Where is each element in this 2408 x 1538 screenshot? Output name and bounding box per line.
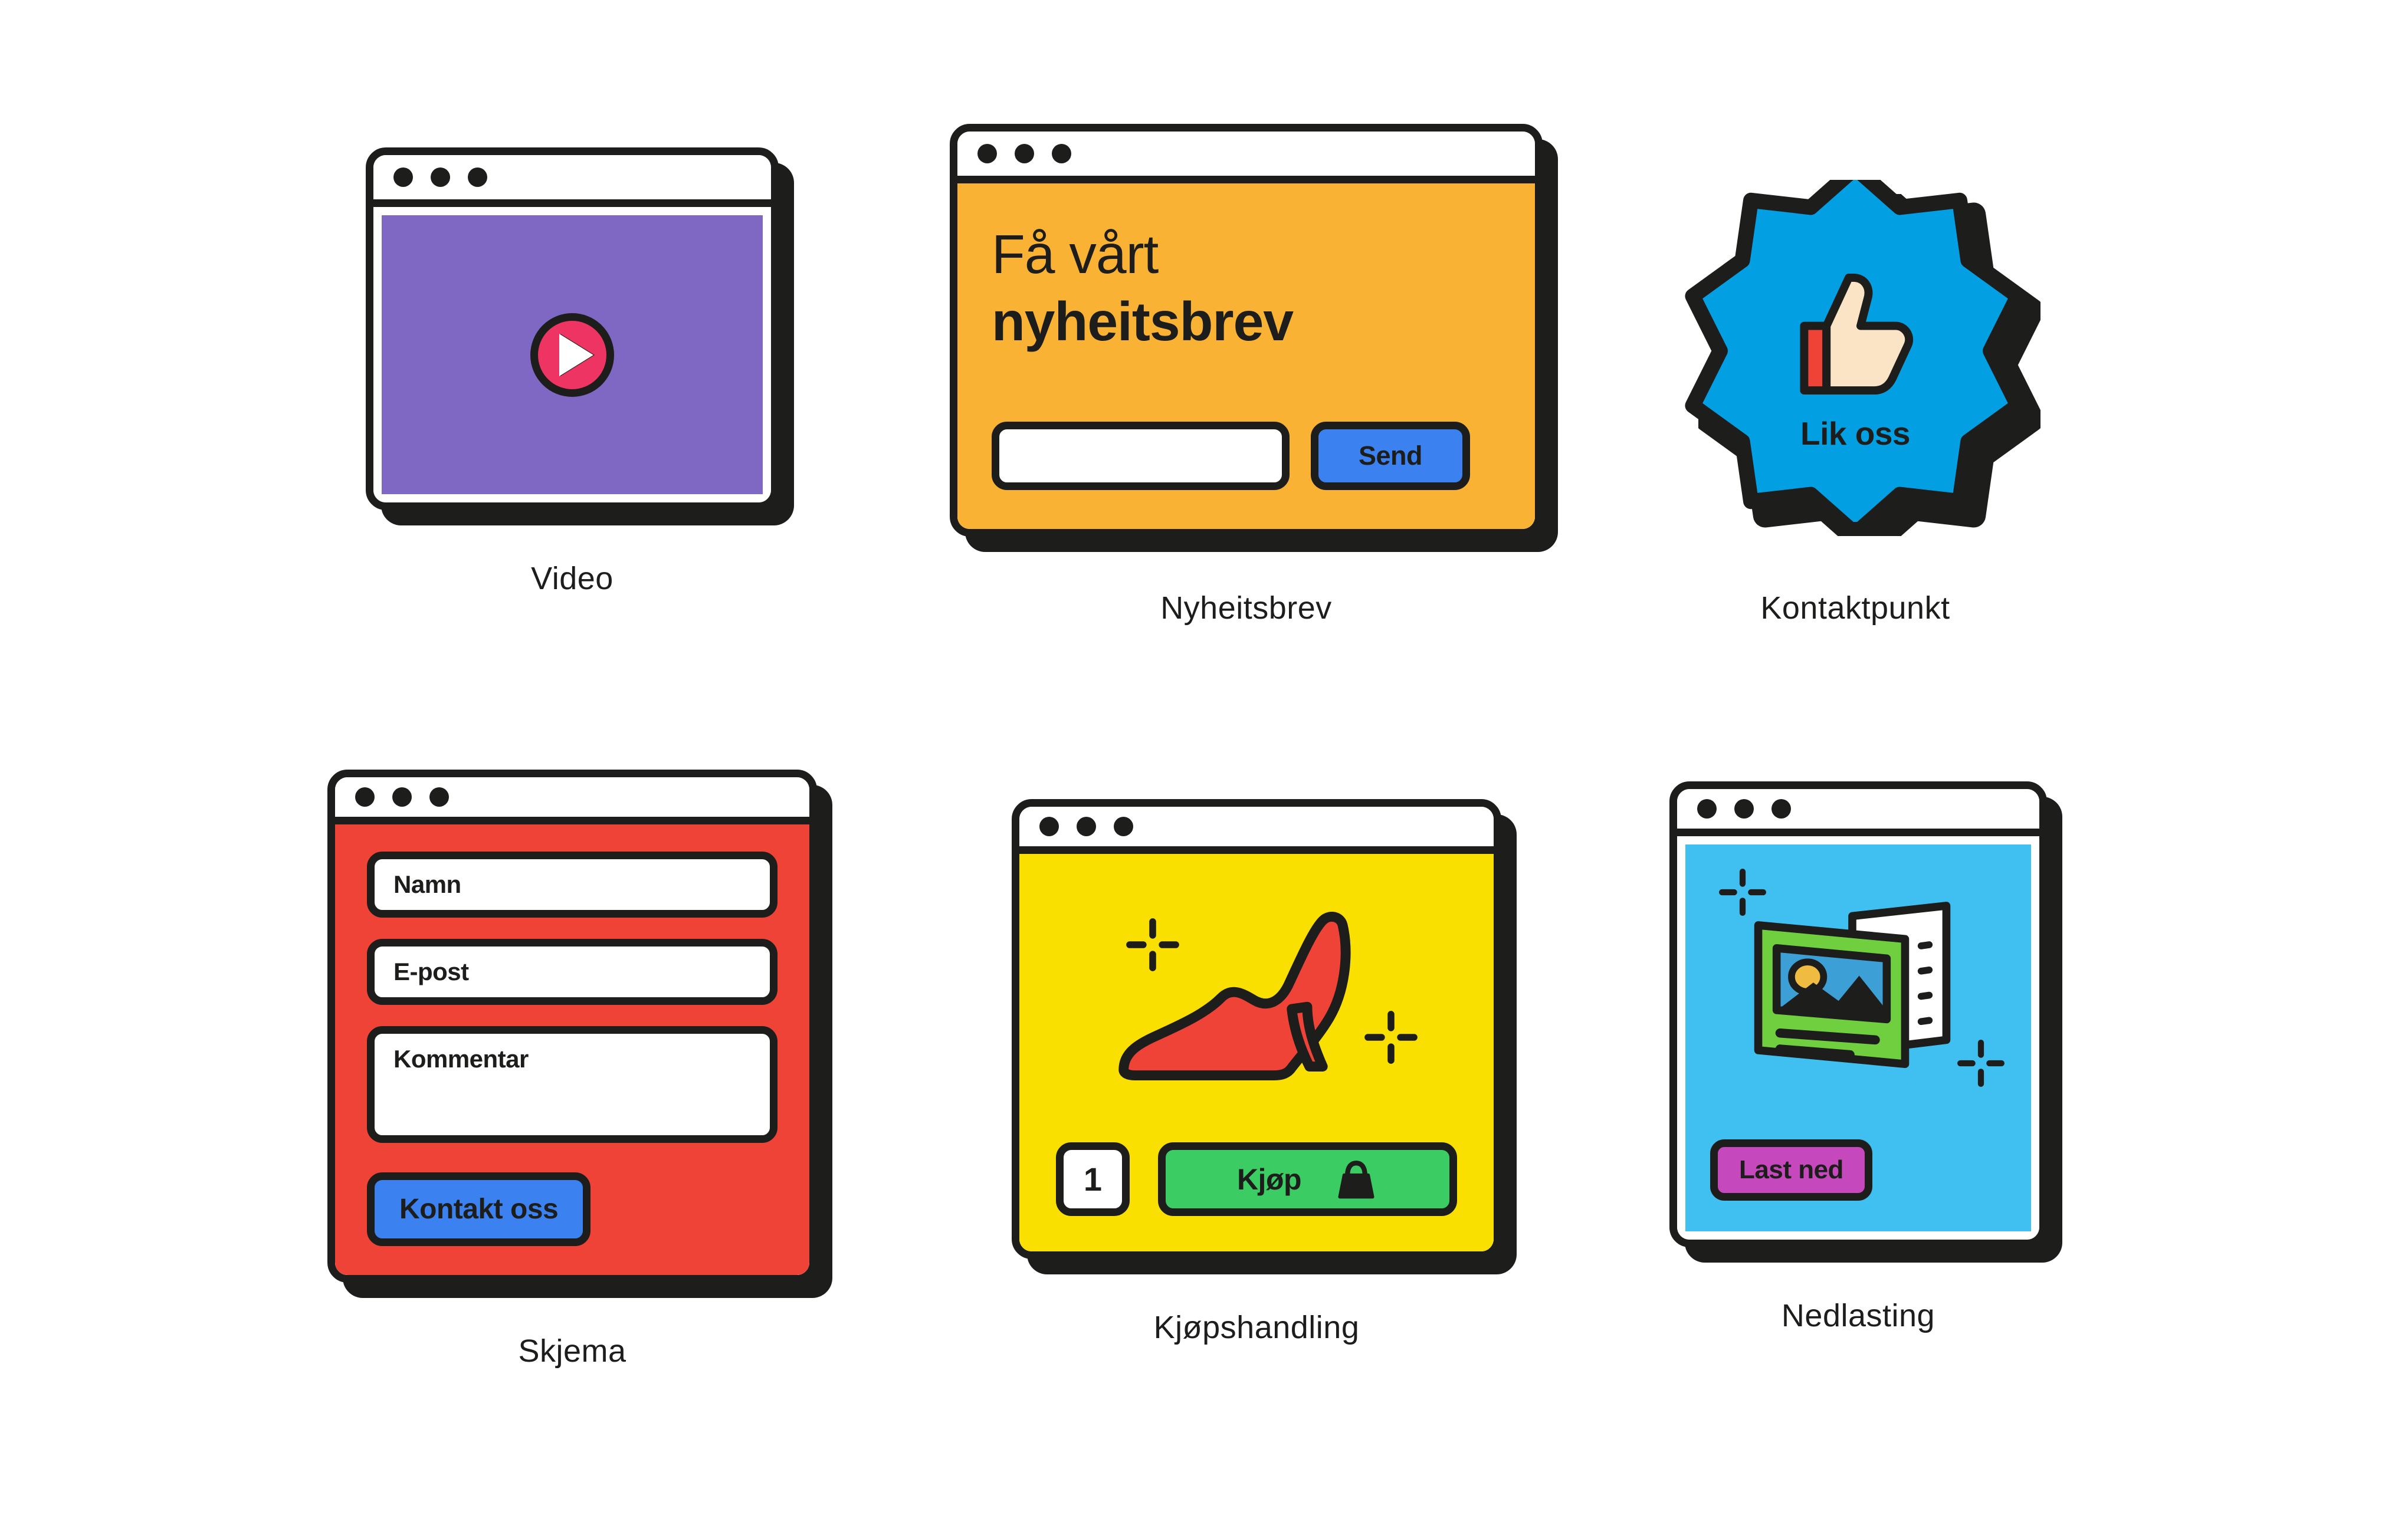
window-content: Last ned (1677, 836, 2039, 1240)
window-titlebar (1677, 789, 2039, 836)
window-dot-2 (1734, 799, 1754, 819)
badge-label: Lik oss (1800, 415, 1911, 452)
window-content: Få vårt nyheitsbrev Send (957, 183, 1535, 529)
window-dot-1 (1697, 799, 1717, 819)
browser-window-purchase: 1 Kjøp (1012, 799, 1517, 1274)
thumbs-up-shape (1800, 273, 1914, 395)
window-titlebar (335, 777, 809, 824)
browser-window-form: Namn E-post Kommentar Kontakt oss (327, 770, 832, 1298)
download-button[interactable]: Last ned (1710, 1139, 1879, 1207)
newsletter-heading-line1: Få vårt (992, 224, 1159, 285)
window-titlebar (1019, 807, 1494, 854)
sparkle-icon (1957, 1040, 2005, 1087)
window-content: Namn E-post Kommentar Kontakt oss (335, 824, 809, 1275)
shopping-bag-icon (1338, 1160, 1374, 1198)
window-body: 1 Kjøp (1012, 799, 1501, 1259)
window-content: 1 Kjøp (1019, 854, 1494, 1251)
card-purchase[interactable]: 1 Kjøp Kjøpshandling (1012, 799, 1517, 1345)
buy-button-label: Kjøp (1236, 1162, 1302, 1196)
caption-form: Skjema (518, 1333, 626, 1369)
window-dot-1 (393, 167, 413, 187)
buy-button[interactable]: Kjøp (1158, 1142, 1464, 1222)
card-newsletter[interactable]: Få vårt nyheitsbrev Send Nyheitsbrev (950, 124, 1558, 626)
card-video[interactable]: Video (366, 147, 794, 596)
newsletter-heading-line2: nyheitsbrev (992, 291, 1294, 353)
window-content (373, 207, 771, 502)
card-contactpoint[interactable]: Lik oss Kontaktpunkt (1684, 180, 2040, 626)
form-field-kommentar[interactable]: Kommentar (367, 1026, 784, 1149)
product-surface: 1 Kjøp (1019, 854, 1494, 1251)
window-dot-3 (429, 787, 449, 807)
window-dot-3 (1114, 817, 1133, 836)
form-field-epost[interactable]: E-post (367, 939, 784, 1011)
window-titlebar (373, 155, 771, 207)
illustration-board: Video Få vårt nyheitsbrev Send Nyheitsbr… (0, 0, 2408, 1538)
email-input[interactable] (992, 422, 1296, 497)
caption-download: Nedlasting (1781, 1298, 1935, 1333)
quantity-stepper[interactable]: 1 (1056, 1142, 1136, 1222)
high-heel-shoe-icon (1118, 912, 1351, 1080)
newsletter-signup-row: Send (992, 422, 1501, 497)
browser-window-download: Last ned (1669, 781, 2062, 1263)
window-body: Få vårt nyheitsbrev Send (950, 124, 1543, 537)
video-player-surface[interactable] (382, 215, 763, 494)
browser-window-video (366, 147, 794, 525)
window-dot-3 (468, 167, 487, 187)
window-dot-2 (1077, 817, 1096, 836)
send-button[interactable]: Send (1311, 422, 1477, 497)
window-dot-1 (1039, 817, 1059, 836)
window-dot-1 (977, 144, 997, 163)
download-surface: Last ned (1685, 844, 2031, 1231)
card-form[interactable]: Namn E-post Kommentar Kontakt oss Skjema (327, 770, 832, 1369)
form-surface: Namn E-post Kommentar Kontakt oss (335, 824, 809, 1275)
brochure-image-icon (1754, 902, 1951, 1069)
caption-video: Video (531, 561, 614, 596)
window-dot-2 (392, 787, 412, 807)
thumbs-up-icon (1787, 273, 1923, 403)
caption-contactpoint: Kontaktpunkt (1760, 590, 1950, 626)
window-dot-3 (1052, 144, 1071, 163)
card-download[interactable]: Last ned Nedlasting (1669, 781, 2062, 1333)
window-titlebar (957, 132, 1535, 183)
submit-button[interactable]: Kontakt oss (367, 1172, 598, 1253)
caption-purchase: Kjøpshandling (1153, 1310, 1360, 1345)
newsletter-surface: Få vårt nyheitsbrev Send (957, 183, 1535, 529)
window-body: Last ned (1669, 781, 2047, 1247)
form-field-namn[interactable]: Namn (367, 852, 784, 924)
play-icon[interactable] (530, 313, 614, 397)
window-body: Namn E-post Kommentar Kontakt oss (327, 770, 817, 1283)
play-triangle-icon (559, 333, 593, 376)
window-body (366, 147, 779, 510)
window-dot-3 (1771, 799, 1791, 819)
window-dot-1 (355, 787, 375, 807)
purchase-action-row: 1 Kjøp (1056, 1142, 1464, 1222)
window-dot-2 (431, 167, 450, 187)
browser-window-newsletter: Få vårt nyheitsbrev Send (950, 124, 1558, 552)
window-dot-2 (1015, 144, 1034, 163)
badge-content: Lik oss (1684, 180, 2026, 522)
caption-newsletter: Nyheitsbrev (1160, 590, 1332, 626)
